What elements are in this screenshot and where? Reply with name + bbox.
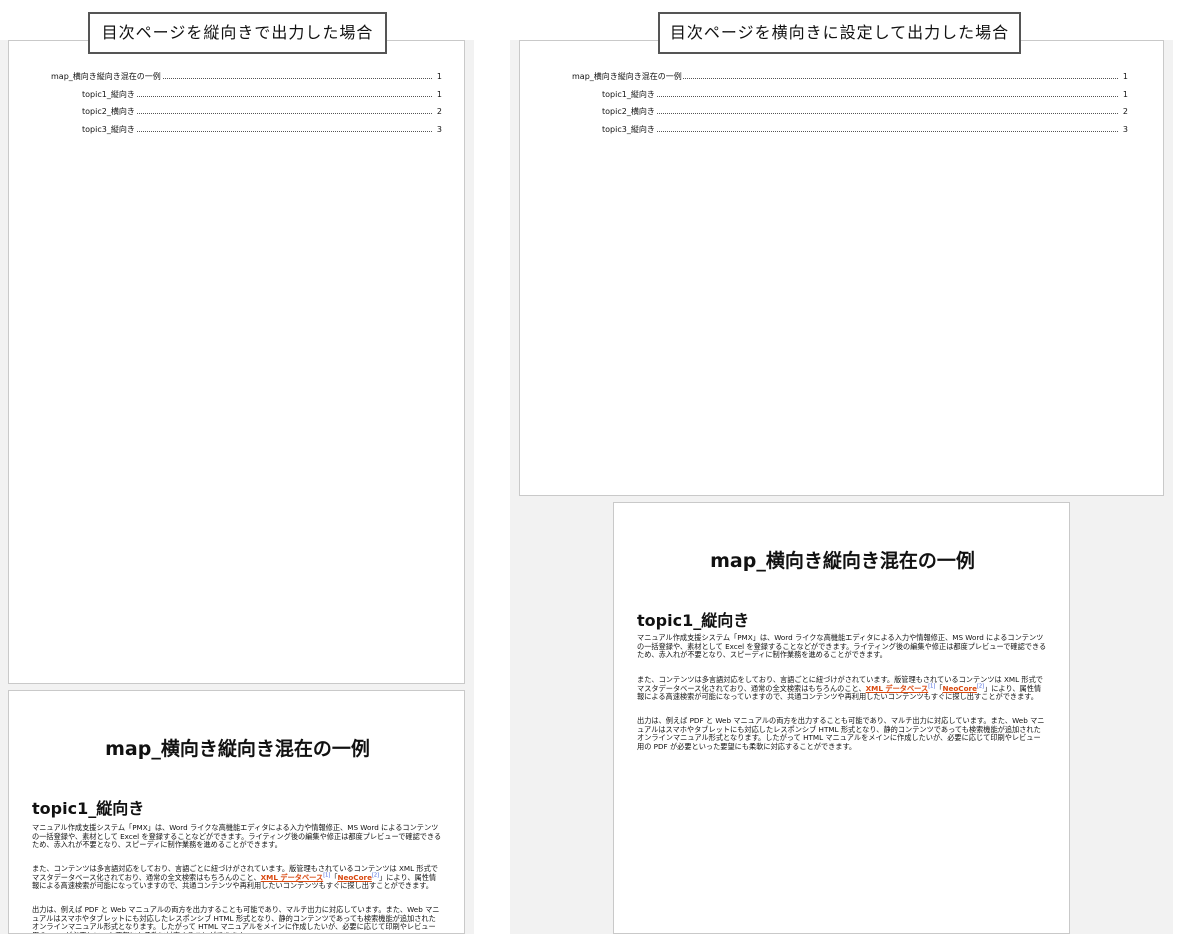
toc-entry-title: topic1_縦向き: [82, 90, 136, 100]
toc-entry-page: 1: [1122, 72, 1128, 81]
toc-entry-title: topic2_横向き: [82, 107, 136, 117]
paragraph-2: また、コンテンツは多言語対応をしており、言語ごとに紐づけがされています。版管理も…: [637, 675, 1043, 702]
toc-leader: [602, 113, 1118, 114]
footnote-ref-2[interactable]: [2]: [977, 683, 984, 689]
right-caption: 目次ページを横向きに設定して出力した場合: [658, 12, 1021, 54]
toc-entry-page: 2: [1122, 107, 1128, 116]
paragraph-2: また、コンテンツは多言語対応をしており、言語ごとに紐づけがされています。版管理も…: [32, 864, 438, 891]
toc-entry-page: 3: [1122, 125, 1128, 134]
toc-entry[interactable]: topic3_縦向き 3: [602, 125, 1128, 135]
toc-entry-title: topic2_横向き: [602, 107, 656, 117]
paragraph-1: マニュアル作成支援システム「PMX」は、Word ライクな高機能エディタによる入…: [32, 823, 442, 850]
toc-entry[interactable]: map_横向き縦向き混在の一例 1: [51, 72, 442, 82]
toc-entry-title: map_横向き縦向き混在の一例: [572, 72, 683, 82]
toc-entry[interactable]: topic3_縦向き 3: [82, 125, 442, 135]
paragraph-1: マニュアル作成支援システム「PMX」は、Word ライクな高機能エディタによる入…: [637, 633, 1047, 660]
toc-entry-page: 1: [436, 90, 442, 99]
toc-entry-page: 3: [436, 125, 442, 134]
paragraph-3: 出力は、例えば PDF と Web マニュアルの両方を出力することも可能であり、…: [32, 905, 440, 933]
toc-entry[interactable]: topic2_横向き 2: [82, 107, 442, 117]
toc-entry[interactable]: topic2_横向き 2: [602, 107, 1128, 117]
toc-entry-title: topic3_縦向き: [602, 125, 656, 135]
document-title: map_横向き縦向き混在の一例: [710, 550, 975, 572]
right-content-page: map_横向き縦向き混在の一例 topic1_縦向き マニュアル作成支援システム…: [613, 502, 1070, 934]
toc-entry-page: 2: [436, 107, 442, 116]
right-toc-page-landscape: map_横向き縦向き混在の一例 1 topic1_縦向き 1 topic2_横向…: [519, 40, 1164, 496]
toc-leader: [602, 96, 1118, 97]
toc-entry-title: map_横向き縦向き混在の一例: [51, 72, 162, 82]
right-toc: map_横向き縦向き混在の一例 1 topic1_縦向き 1 topic2_横向…: [572, 72, 1128, 142]
toc-entry[interactable]: topic1_縦向き 1: [602, 90, 1128, 100]
toc-entry-title: topic1_縦向き: [602, 90, 656, 100]
toc-entry-title: topic3_縦向き: [82, 125, 136, 135]
toc-entry-page: 1: [1122, 90, 1128, 99]
topic-heading: topic1_縦向き: [637, 611, 750, 630]
left-toc-page: map_横向き縦向き混在の一例 1 topic1_縦向き 1 topic2_横向…: [8, 40, 465, 684]
document-title: map_横向き縦向き混在の一例: [105, 738, 370, 760]
toc-entry-page: 1: [436, 72, 442, 81]
toc-leader: [602, 131, 1118, 132]
topic-heading: topic1_縦向き: [32, 799, 145, 818]
left-toc: map_横向き縦向き混在の一例 1 topic1_縦向き 1 topic2_横向…: [51, 72, 442, 142]
paragraph-3: 出力は、例えば PDF と Web マニュアルの両方を出力することも可能であり、…: [637, 716, 1045, 751]
footnote-ref-2[interactable]: [2]: [372, 872, 379, 878]
left-content-page: map_横向き縦向き混在の一例 topic1_縦向き マニュアル作成支援システム…: [8, 690, 465, 934]
toc-entry[interactable]: map_横向き縦向き混在の一例 1: [572, 72, 1128, 82]
left-caption: 目次ページを縦向きで出力した場合: [88, 12, 387, 54]
toc-entry[interactable]: topic1_縦向き 1: [82, 90, 442, 100]
